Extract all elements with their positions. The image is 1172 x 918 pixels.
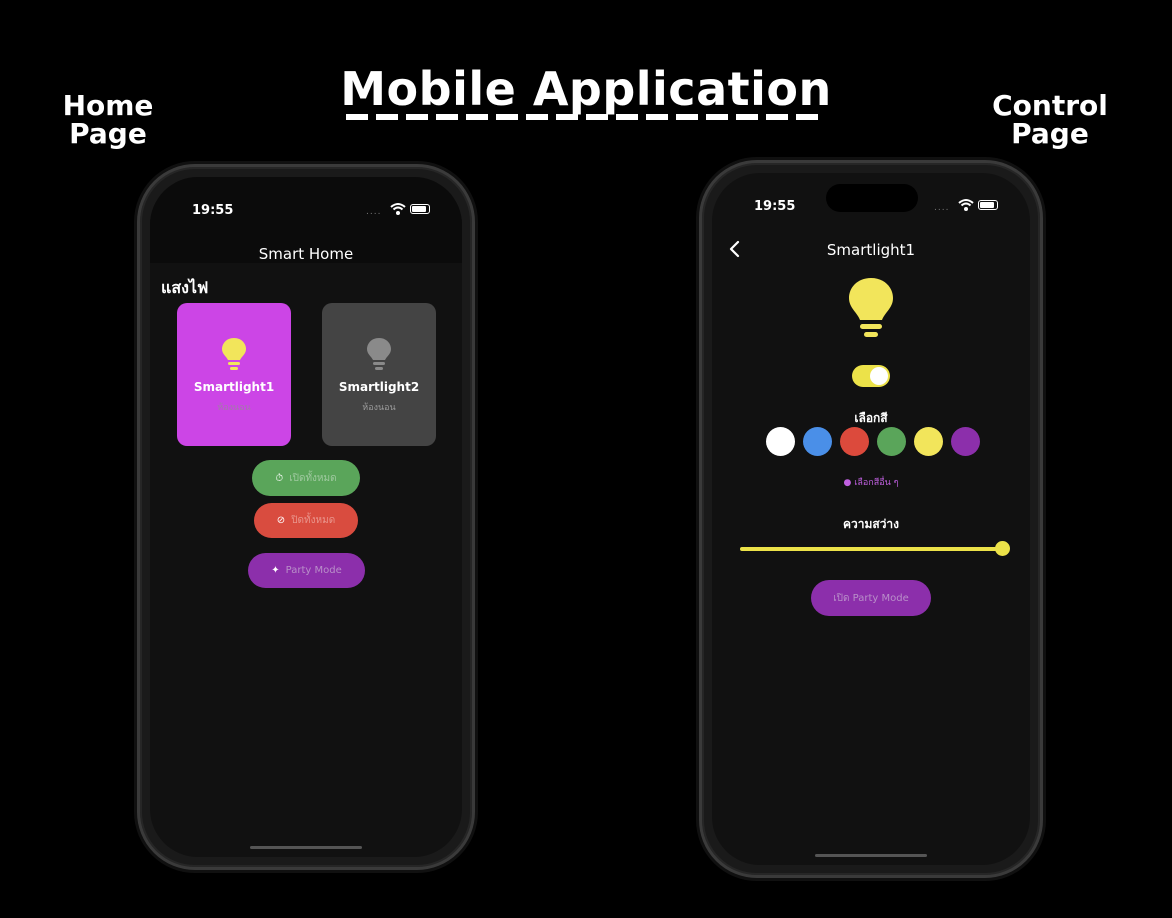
home-page-label: Home Page — [62, 89, 154, 150]
home-indicator — [250, 846, 362, 849]
control-page-label: Control Page — [992, 89, 1108, 150]
swatch-row — [766, 427, 980, 456]
lightbulb-icon — [222, 338, 246, 370]
card-room: ห้องนอน — [217, 403, 251, 413]
status-icons: .... — [364, 201, 434, 219]
party-icon: ✦ — [271, 565, 280, 576]
lightbulb-icon — [367, 338, 391, 370]
status-time: 19:55 — [754, 199, 796, 214]
home-screen: 19:55 .... Smart Home แสงไฟ Smartlight1 … — [150, 177, 462, 857]
wifi-icon — [958, 199, 974, 211]
color-swatch-purple[interactable] — [951, 427, 980, 456]
party-mode-label: Party Mode — [285, 565, 342, 576]
signal-dots: .... — [934, 203, 950, 213]
home-phone-frame: 19:55 .... Smart Home แสงไฟ Smartlight1 … — [137, 164, 475, 870]
turn-all-on-button[interactable]: ⏱ เปิดทั้งหมด — [252, 460, 360, 496]
control-phone-frame: 19:55 .... Smartlight1 เลือกสี ● เลือกสี… — [699, 160, 1043, 878]
brightness-label: ความสว่าง — [842, 517, 900, 531]
lightbulb-icon — [849, 278, 893, 337]
timer-icon: ⏱ — [275, 472, 284, 484]
control-screen: 19:55 .... Smartlight1 เลือกสี ● เลือกสี… — [712, 173, 1030, 865]
card-name: Smartlight1 — [193, 380, 275, 394]
signal-dots: .... — [366, 207, 382, 217]
brightness-slider-thumb[interactable] — [995, 541, 1010, 556]
nav-title: Smart Home — [258, 245, 354, 263]
power-toggle[interactable] — [852, 365, 890, 387]
more-colors-link[interactable]: ● เลือกสีอื่น ๆ — [712, 475, 1030, 489]
color-swatch-green[interactable] — [877, 427, 906, 456]
card-name: Smartlight2 — [338, 380, 420, 394]
status-icons: .... — [932, 197, 1002, 215]
section-title: แสงไฟ — [161, 278, 209, 297]
turn-all-off-button[interactable]: ⊘ ปิดทั้งหมด — [254, 503, 358, 538]
party-mode-button[interactable]: ✦ Party Mode — [248, 553, 365, 588]
color-swatch-blue[interactable] — [803, 427, 832, 456]
card-room: ห้องนอน — [362, 403, 396, 413]
timer-off-icon: ⊘ — [276, 515, 286, 526]
brightness-slider-track[interactable] — [740, 547, 1002, 551]
nav-title: Smartlight1 — [826, 241, 916, 259]
battery-icon — [978, 200, 998, 210]
color-label: เลือกสี — [854, 411, 888, 425]
home-indicator — [815, 854, 927, 857]
battery-icon — [410, 204, 430, 214]
dynamic-island — [826, 184, 918, 212]
wifi-icon — [390, 203, 406, 215]
turn-all-off-label: ปิดทั้งหมด — [291, 515, 336, 526]
color-swatch-yellow[interactable] — [914, 427, 943, 456]
palette-icon: ● — [843, 478, 852, 488]
toggle-knob — [870, 367, 888, 385]
turn-all-on-label: เปิดทั้งหมด — [289, 472, 337, 484]
color-swatch-white[interactable] — [766, 427, 795, 456]
status-time: 19:55 — [192, 203, 234, 218]
title-underline — [346, 114, 820, 120]
light-card-smartlight2[interactable]: Smartlight2 ห้องนอน — [322, 303, 436, 446]
color-swatch-red[interactable] — [840, 427, 869, 456]
status-bar: 19:55 .... — [712, 173, 1030, 229]
party-mode-button[interactable]: เปิด Party Mode — [811, 580, 931, 616]
status-bar: 19:55 .... — [150, 177, 462, 233]
more-colors-label: เลือกสีอื่น ๆ — [854, 478, 899, 488]
light-card-smartlight1[interactable]: Smartlight1 ห้องนอน — [177, 303, 291, 446]
